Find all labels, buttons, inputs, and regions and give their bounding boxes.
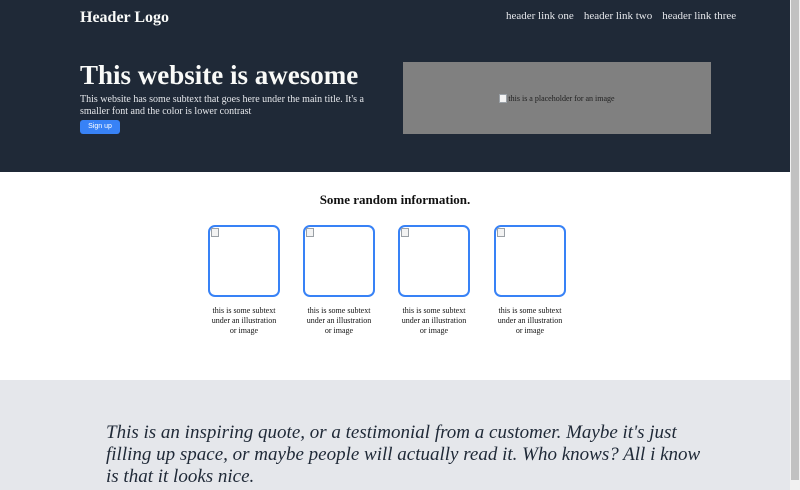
- header-logo[interactable]: Header Logo: [80, 9, 169, 27]
- card-subtext: this is some subtext under an illustrati…: [211, 306, 277, 335]
- info-card: this is some subtext under an illustrati…: [398, 225, 470, 336]
- nav-link-three[interactable]: header link three: [662, 10, 736, 22]
- nav-link-two[interactable]: header link two: [584, 10, 652, 22]
- info-card: this is some subtext under an illustrati…: [208, 225, 280, 336]
- info-card: this is some subtext under an illustrati…: [303, 225, 375, 336]
- broken-image-icon: [211, 228, 219, 237]
- card-subtext: this is some subtext under an illustrati…: [401, 306, 467, 335]
- broken-image-icon: [401, 228, 409, 237]
- broken-image-icon: [306, 228, 314, 237]
- hero-image-alt-text: this is a placeholder for an image: [508, 93, 615, 103]
- card-image: [494, 225, 566, 297]
- card-image: [398, 225, 470, 297]
- nav-link-one[interactable]: header link one: [506, 10, 574, 22]
- hero-title: This website is awesome: [80, 60, 359, 90]
- scrollbar-thumb[interactable]: [791, 0, 799, 480]
- quote-section: This is an inspiring quote, or a testimo…: [0, 380, 790, 490]
- card-image: [303, 225, 375, 297]
- testimonial-quote: This is an inspiring quote, or a testimo…: [106, 422, 701, 487]
- header-nav: header link one header link two header l…: [506, 10, 736, 22]
- card-subtext: this is some subtext under an illustrati…: [497, 306, 563, 335]
- vertical-scrollbar[interactable]: [790, 0, 800, 490]
- sign-up-button[interactable]: Sign up: [80, 120, 120, 134]
- hero-section: Header Logo header link one header link …: [0, 0, 790, 172]
- info-card: this is some subtext under an illustrati…: [494, 225, 566, 336]
- broken-image-icon: [497, 228, 505, 237]
- broken-image-icon: [499, 93, 508, 103]
- info-title: Some random information.: [319, 192, 471, 207]
- card-subtext: this is some subtext under an illustrati…: [306, 306, 372, 335]
- page: Header Logo header link one header link …: [0, 0, 790, 490]
- hero-image-placeholder: this is a placeholder for an image: [403, 62, 711, 134]
- hero-subtitle: This website has some subtext that goes …: [80, 94, 364, 117]
- info-section: Some random information. this is some su…: [0, 172, 790, 380]
- card-image: [208, 225, 280, 297]
